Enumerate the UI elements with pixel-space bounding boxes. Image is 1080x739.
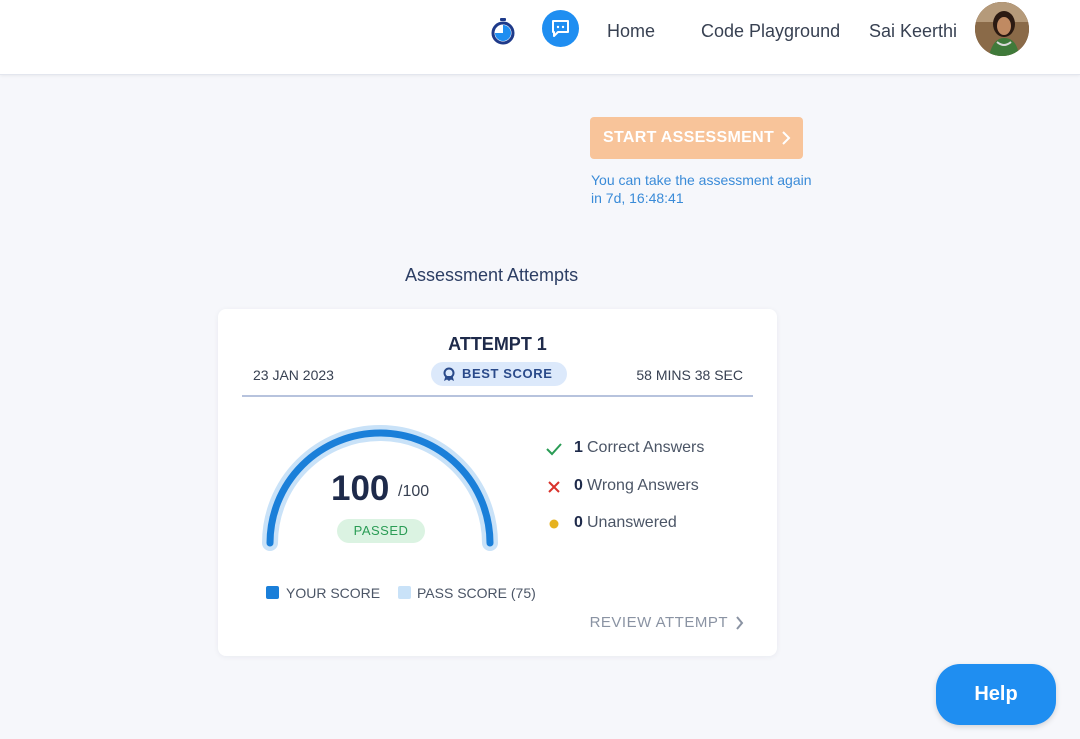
- attempt-card: ATTEMPT 1 23 JAN 2023 BEST SCORE 58 MINS…: [218, 309, 777, 656]
- best-score-label: BEST SCORE: [462, 366, 553, 381]
- unanswered-label: Unanswered: [587, 514, 677, 531]
- legend-your-score: YOUR SCORE: [266, 585, 380, 601]
- attempt-date: 23 JAN 2023: [253, 367, 334, 383]
- top-nav-bar: Home Code Playground Sai Keerthi: [0, 0, 1080, 75]
- legend-swatch-pass-score: [398, 586, 411, 599]
- attempt-title: ATTEMPT 1: [448, 334, 547, 354]
- unanswered-count: 0: [574, 514, 583, 531]
- best-score-badge: BEST SCORE: [431, 362, 567, 386]
- dot-icon: [549, 519, 559, 529]
- section-title: Assessment Attempts: [405, 265, 579, 285]
- chat-bubble-icon[interactable]: [542, 10, 579, 47]
- wrong-count: 0: [574, 477, 583, 494]
- legend-pass-score: PASS SCORE (75): [398, 585, 536, 601]
- retake-countdown-note: You can take the assessment again in 7d,…: [591, 172, 812, 206]
- check-icon: [546, 443, 562, 456]
- attempt-duration: 58 MINS 38 SEC: [636, 367, 743, 383]
- user-name[interactable]: Sai Keerthi: [869, 21, 957, 42]
- wrong-label: Wrong Answers: [587, 477, 699, 494]
- avatar[interactable]: [975, 2, 1029, 56]
- correct-label: Correct Answers: [587, 439, 705, 456]
- help-button[interactable]: Help: [936, 664, 1056, 725]
- award-icon: [443, 367, 455, 381]
- start-assessment-label: START ASSESSMENT: [603, 129, 775, 146]
- score-total: /100: [398, 483, 430, 500]
- legend-your-score-label: YOUR SCORE: [286, 585, 381, 601]
- legend-pass-score-label: PASS SCORE (75): [417, 585, 536, 601]
- review-attempt-label: REVIEW ATTEMPT: [589, 614, 728, 631]
- nav-home-link[interactable]: Home: [607, 21, 655, 42]
- score-value: 100: [331, 469, 390, 508]
- chevron-right-icon: [782, 131, 791, 145]
- chevron-right-icon: [736, 616, 744, 630]
- cross-icon: [548, 481, 560, 493]
- start-assessment-button[interactable]: START ASSESSMENT: [590, 117, 803, 159]
- status-badge: PASSED: [337, 519, 425, 543]
- review-attempt-link[interactable]: REVIEW ATTEMPT: [590, 614, 744, 631]
- legend-swatch-your-score: [266, 586, 279, 599]
- stopwatch-icon[interactable]: [489, 17, 517, 45]
- divider: [242, 395, 753, 397]
- correct-count: 1: [574, 439, 583, 456]
- nav-code-playground-link[interactable]: Code Playground: [701, 21, 840, 42]
